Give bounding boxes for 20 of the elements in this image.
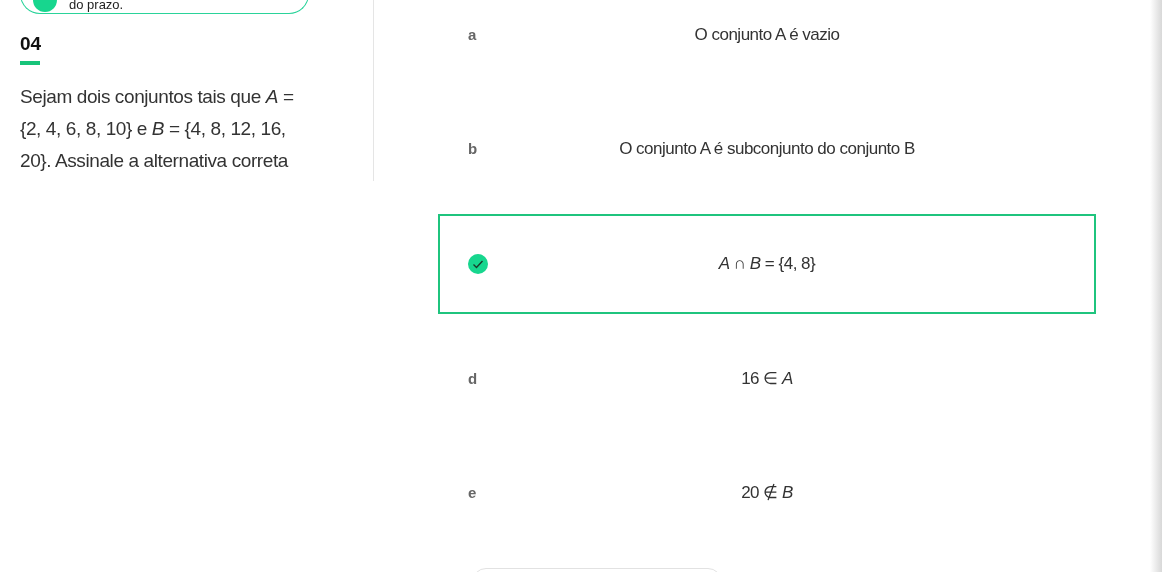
option-text: 16 ∈ A [740,368,794,391]
option-text: 20 ∉ B [740,482,794,505]
question-text: Sejam dois conjuntos tais que A = {2, 4, 6, 8, 10} e B = {4, 8, 12, 16, 20}. Assinale a alternativa correta [20,85,295,173]
answer-option[interactable]: a O conjunto A é vazio [438,0,1096,85]
answer-option[interactable]: d 16 ∈ A [438,329,1096,429]
option-letter: a [468,24,478,45]
option-text: O conjunto A é subconjunto do conjunto B [618,138,916,161]
option-letter: d [468,368,479,389]
number-underline [20,61,40,65]
check-icon [468,254,488,274]
notice-text: do prazo. [69,0,124,11]
option-text: O conjunto A é vazio [693,24,841,47]
option-letter: b [468,138,479,159]
option-text: A ∩ B = {4, 8} [717,253,817,276]
answer-option[interactable]: b O conjunto A é subconjunto do conjunto B [438,99,1096,199]
question-number: 04 [20,32,43,56]
answer-option[interactable]: e 20 ∉ B [438,443,1096,543]
answer-option[interactable]: A ∩ B = {4, 8} [438,214,1096,314]
option-letter: e [468,482,478,503]
status-icon [33,0,57,12]
